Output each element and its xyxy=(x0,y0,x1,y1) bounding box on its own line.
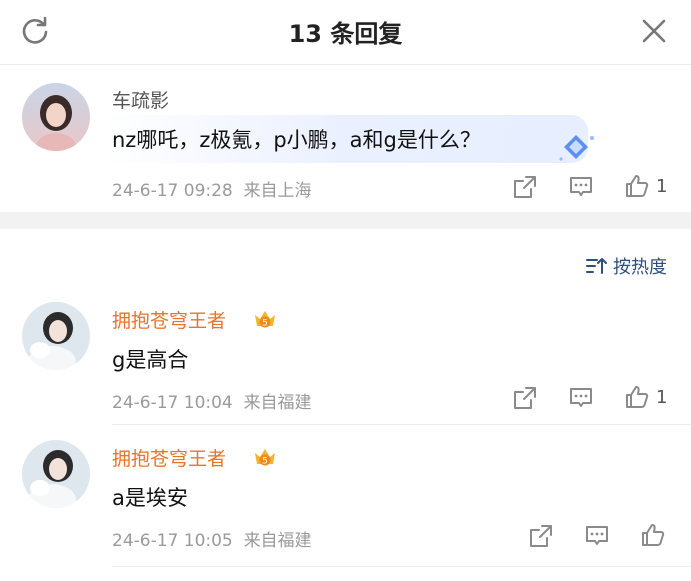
share-icon[interactable] xyxy=(528,523,554,549)
share-icon[interactable] xyxy=(512,385,538,411)
reply-divider xyxy=(112,424,691,425)
vip-crown-badge-icon: 5 xyxy=(255,449,275,467)
header: 13 条回复 xyxy=(0,0,691,64)
comment-meta: 24-6-17 09:28 来自上海 xyxy=(112,176,312,201)
comment-username[interactable]: 车疏影 xyxy=(112,86,169,113)
page-title: 13 条回复 xyxy=(288,20,403,48)
reply-divider xyxy=(112,566,691,567)
reply-username[interactable]: 拥抱苍穹王者 xyxy=(112,306,226,333)
reply-time: 24-6-17 10:04 xyxy=(112,393,233,413)
avatar[interactable] xyxy=(22,302,90,370)
comment-icon[interactable] xyxy=(568,385,594,411)
vip-crown-badge-icon: 5 xyxy=(255,311,275,329)
comment-icon[interactable] xyxy=(584,523,610,549)
comment-icon[interactable] xyxy=(568,174,594,200)
sort-label: 按热度 xyxy=(613,257,667,278)
sort-button[interactable]: 按热度 xyxy=(585,253,667,278)
sort-icon xyxy=(586,258,607,274)
like-icon[interactable] xyxy=(640,522,666,548)
reply-text: g是高合 xyxy=(112,348,189,372)
avatar[interactable] xyxy=(22,83,90,151)
like-icon[interactable] xyxy=(624,384,650,410)
reply-meta: 24-6-17 10:05 来自福建 xyxy=(112,526,312,551)
like-icon[interactable] xyxy=(624,173,650,199)
vip-level: 5 xyxy=(262,457,268,467)
comment-location: 来自上海 xyxy=(243,181,312,201)
vip-level: 5 xyxy=(262,319,268,329)
reply-username[interactable]: 拥抱苍穹王者 xyxy=(112,444,226,471)
like-count: 1 xyxy=(656,176,668,197)
reply-location: 来自福建 xyxy=(243,393,312,413)
like-count: 1 xyxy=(656,387,668,408)
share-icon[interactable] xyxy=(512,174,538,200)
reply-location: 来自福建 xyxy=(243,531,312,551)
header-divider xyxy=(0,64,691,65)
avatar[interactable] xyxy=(22,440,90,508)
comment-text: nz哪吒，z极氪，p小鹏，a和g是什么？ xyxy=(112,128,481,152)
reply-meta: 24-6-17 10:04 来自福建 xyxy=(112,388,312,413)
section-separator xyxy=(0,212,691,229)
reply-time: 24-6-17 10:05 xyxy=(112,531,233,551)
comment-time: 24-6-17 09:28 xyxy=(112,181,233,201)
close-icon[interactable] xyxy=(641,18,667,44)
sparkle-icon xyxy=(559,135,594,161)
reply-text: a是埃安 xyxy=(112,486,188,510)
